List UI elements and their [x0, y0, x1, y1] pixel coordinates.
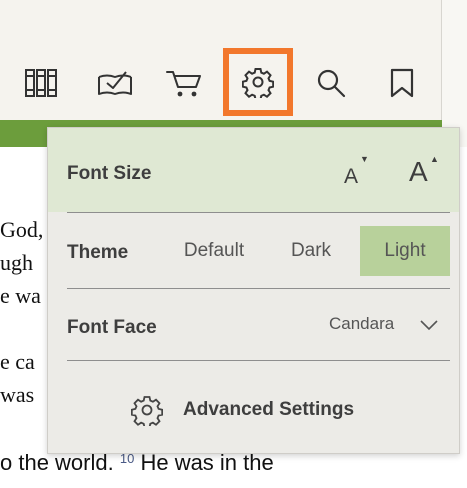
increase-font-glyph: A [409, 156, 428, 187]
advanced-settings-label: Advanced Settings [183, 399, 355, 420]
bookmark-icon [390, 68, 414, 98]
theme-label: Theme [67, 242, 129, 263]
chevron-down-icon [420, 320, 438, 331]
theme-light-option[interactable]: Light [360, 226, 450, 276]
decrease-font-glyph: A [344, 165, 359, 188]
reading-line: e ca [0, 349, 35, 374]
cart-icon [166, 71, 201, 97]
settings-button-face [229, 54, 287, 110]
gear-icon [131, 396, 163, 426]
advanced-settings-button[interactable]: Advanced Settings [131, 390, 354, 430]
library-icon [25, 69, 57, 97]
reading-line: was [0, 382, 35, 407]
theme-dark-option[interactable]: Dark [276, 226, 346, 276]
caret-down-icon: ▼ [360, 154, 369, 164]
font-face-label: Font Face [67, 317, 157, 338]
bookmarks-button[interactable] [378, 50, 426, 116]
store-button[interactable] [160, 50, 208, 116]
theme-default-option[interactable]: Default [172, 226, 256, 276]
divider [67, 288, 450, 289]
reading-line: ugh [0, 250, 33, 275]
font-size-label: Font Size [67, 163, 152, 184]
search-icon [317, 69, 346, 98]
settings-button[interactable] [223, 48, 293, 116]
reading-line: God, [0, 217, 44, 242]
settings-popup: Font Size ▼ A ▲ A Theme Default Dark Lig… [47, 127, 460, 454]
reading-plans-button[interactable] [91, 50, 139, 116]
font-face-value: Candara [329, 314, 395, 333]
toolbar-edge [441, 0, 442, 120]
library-button[interactable] [17, 50, 65, 116]
divider [67, 212, 450, 213]
search-button[interactable] [307, 50, 355, 116]
divider [67, 360, 450, 361]
caret-up-icon: ▲ [430, 154, 439, 164]
gear-icon [242, 68, 274, 98]
font-face-dropdown[interactable]: Candara [323, 308, 448, 342]
decrease-font-button[interactable]: ▼ A [336, 148, 376, 198]
scroll-area [442, 0, 467, 120]
increase-font-button[interactable]: ▲ A [400, 142, 444, 198]
book-check-icon [98, 71, 132, 95]
reading-line: e wa [0, 283, 41, 308]
